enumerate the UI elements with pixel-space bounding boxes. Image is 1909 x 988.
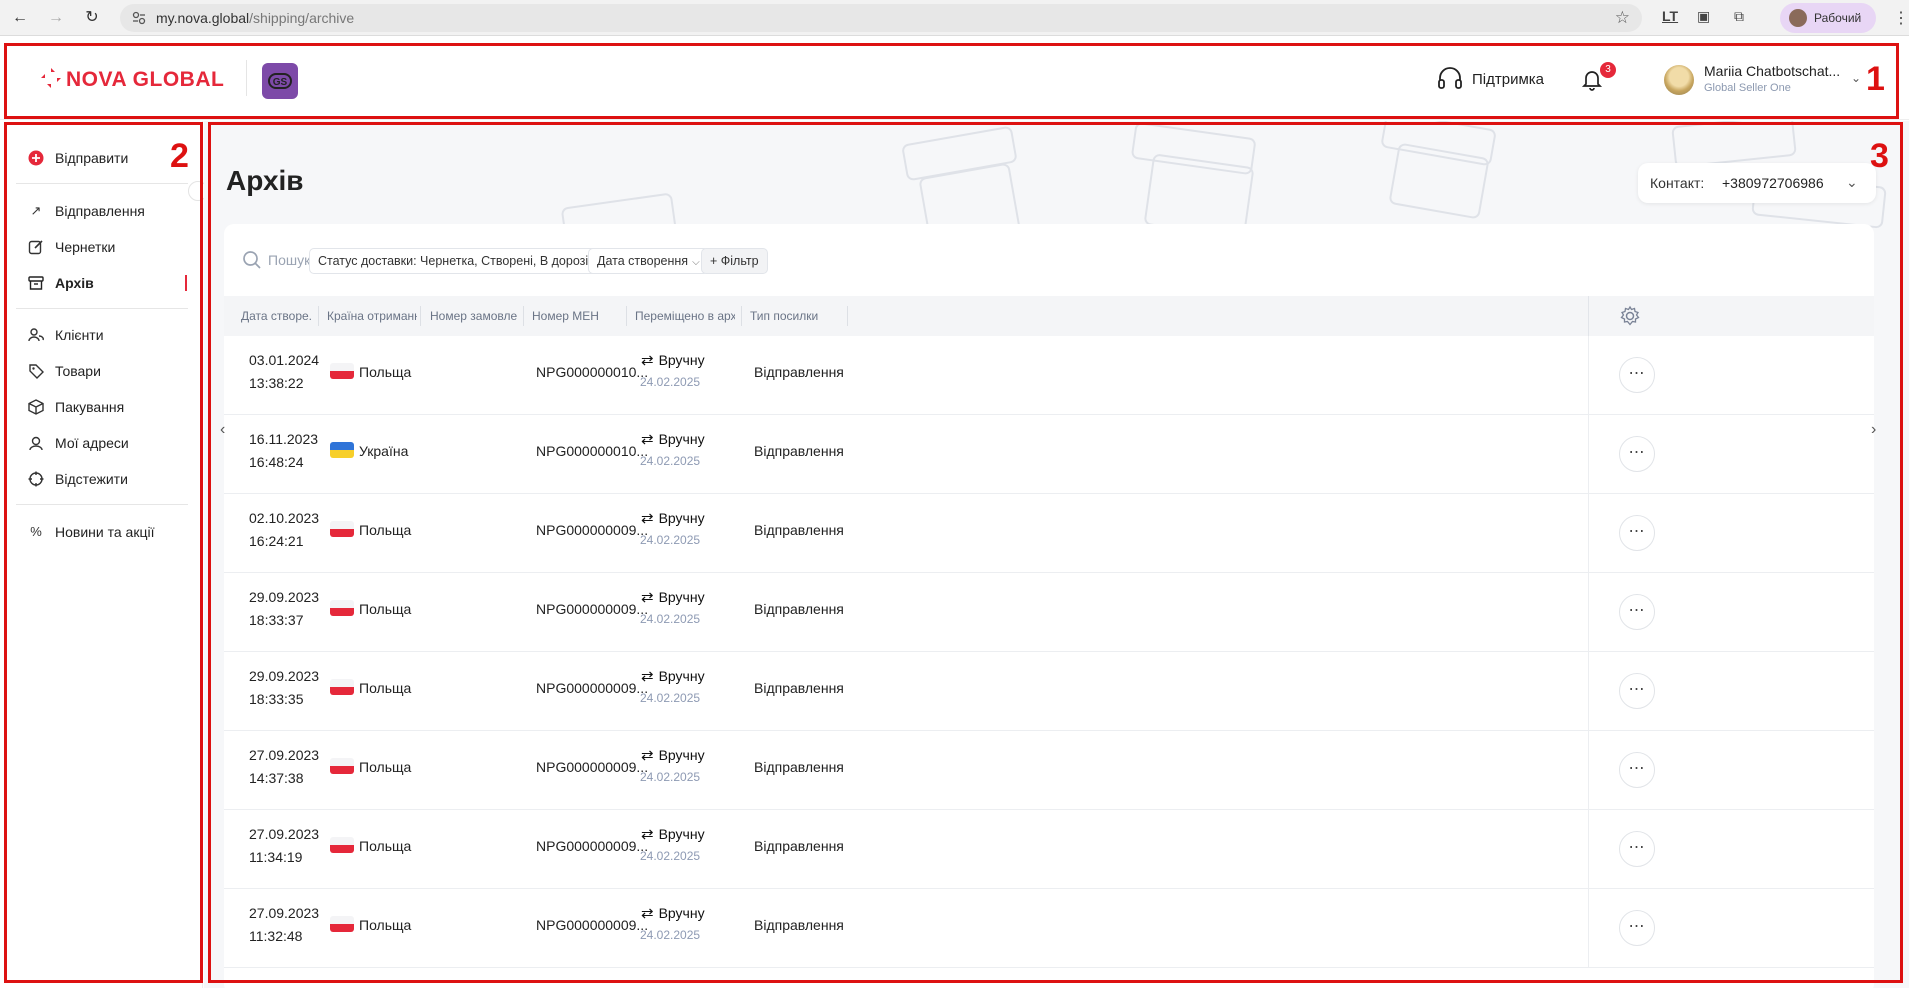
- back-icon[interactable]: ←: [10, 8, 30, 28]
- url-text: my.nova.global/shipping/archive: [156, 10, 355, 26]
- forward-icon[interactable]: →: [46, 8, 66, 28]
- site-settings-icon[interactable]: [132, 11, 146, 25]
- profile-name: Рабочий: [1814, 11, 1862, 25]
- reload-icon[interactable]: ↻: [82, 8, 102, 28]
- address-bar[interactable]: my.nova.global/shipping/archive ☆: [120, 4, 1642, 32]
- annotation-label-sidebar: 2: [170, 137, 189, 175]
- browser-toolbar: ← → ↻ my.nova.global/shipping/archive ☆ …: [0, 0, 1909, 36]
- browser-profile-button[interactable]: Рабочий: [1780, 3, 1876, 33]
- bookmark-star-icon[interactable]: ☆: [1615, 8, 1630, 28]
- browser-menu-icon[interactable]: ⋮: [1893, 8, 1909, 28]
- camera-icon[interactable]: ▣: [1697, 8, 1710, 25]
- annotation-box-content: [208, 122, 1903, 983]
- annotation-box-header: [4, 43, 1899, 119]
- profile-avatar: [1789, 9, 1807, 27]
- extensions-puzzle-icon[interactable]: ⧉: [1734, 8, 1744, 25]
- extension-lt-icon[interactable]: LT: [1662, 8, 1678, 24]
- annotation-label-header: 1: [1866, 60, 1885, 98]
- annotation-box-sidebar: [4, 122, 203, 983]
- annotation-label-content: 3: [1870, 137, 1889, 175]
